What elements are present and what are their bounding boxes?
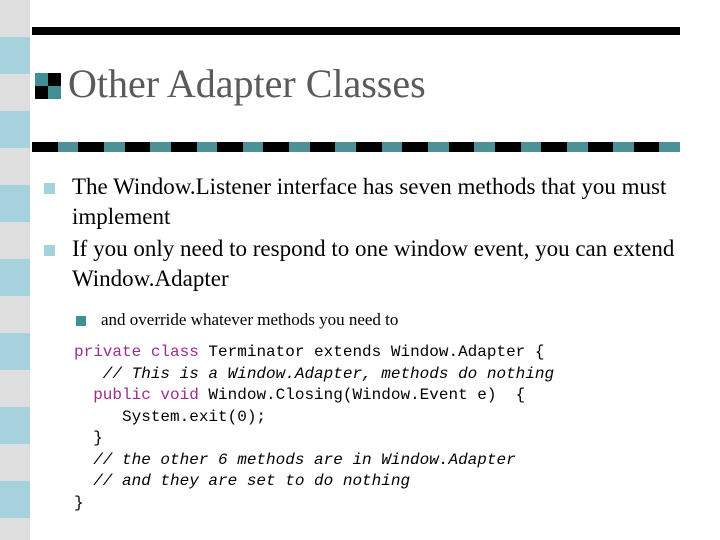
sidebar-band xyxy=(0,407,30,444)
code-comment: // and they are set to do nothing xyxy=(74,472,411,490)
code-line: // This is a Window.Adapter, methods do … xyxy=(74,364,694,386)
sidebar-band xyxy=(0,333,30,370)
code-text: Terminator extends Window.Adapter { xyxy=(198,343,545,361)
rule-dash xyxy=(196,142,218,152)
sidebar-band xyxy=(0,148,30,185)
rule-dash xyxy=(402,142,428,152)
sidebar-band xyxy=(0,518,30,540)
rule-dash xyxy=(124,142,151,152)
code-line: // the other 6 methods are in Window.Ada… xyxy=(74,450,694,472)
sidebar-band xyxy=(0,74,30,111)
bullet-list: The Window.Listener interface has seven … xyxy=(44,172,684,296)
top-divider-rule xyxy=(32,27,680,35)
code-keyword: public void xyxy=(74,386,199,404)
square-bullet-icon xyxy=(44,183,55,194)
sidebar-band xyxy=(0,0,30,37)
code-sample: private class Terminator extends Window.… xyxy=(74,342,694,514)
sidebar-band xyxy=(0,222,30,259)
rule-dash xyxy=(381,142,403,152)
sidebar-band xyxy=(0,111,30,148)
code-line: System.exit(0); xyxy=(74,407,694,429)
code-keyword: private class xyxy=(74,343,199,361)
code-line: } xyxy=(74,428,694,450)
rule-dash xyxy=(32,142,58,152)
rule-dash xyxy=(335,142,357,152)
list-item-label: The Window.Listener interface has seven … xyxy=(72,174,667,229)
rule-dash xyxy=(78,142,104,152)
sub-bullet-list: and override whatever methods you need t… xyxy=(76,308,676,332)
dashed-divider-rule xyxy=(32,142,681,152)
rule-dash xyxy=(613,142,634,152)
sidebar-band xyxy=(0,444,30,481)
rule-dash xyxy=(170,142,197,152)
sidebar-band xyxy=(0,37,30,74)
sidebar-band xyxy=(0,259,30,296)
rule-dash xyxy=(309,142,336,152)
code-text: System.exit(0); xyxy=(74,407,267,426)
rule-dash xyxy=(289,142,310,152)
checker-quadrant-top-left xyxy=(35,73,48,86)
sidebar-band xyxy=(0,296,30,333)
checker-quadrant-top-right xyxy=(48,73,61,86)
list-item: If you only need to respond to one windo… xyxy=(44,234,684,294)
list-item-label: If you only need to respond to one windo… xyxy=(72,236,675,291)
sidebar-band xyxy=(0,481,30,518)
rule-dash xyxy=(427,142,449,152)
rule-dash xyxy=(150,142,171,152)
sidebar-band xyxy=(0,185,30,222)
list-item: The Window.Listener interface has seven … xyxy=(44,172,684,232)
rule-dash xyxy=(263,142,290,152)
slide-title-block: Other Adapter Classes xyxy=(30,61,690,121)
rule-dash xyxy=(566,142,588,152)
rule-dash xyxy=(356,142,382,152)
code-text: } xyxy=(74,429,103,447)
rule-dash xyxy=(520,142,542,152)
code-line: // and they are set to do nothing xyxy=(74,471,694,493)
rule-dash xyxy=(242,142,264,152)
rule-dash xyxy=(587,142,614,152)
code-text: } xyxy=(74,493,84,512)
sidebar-band xyxy=(0,370,30,407)
sub-list-item-label: and override whatever methods you need t… xyxy=(101,310,399,329)
code-line: private class Terminator extends Window.… xyxy=(74,342,694,364)
slide-canvas: Other Adapter Classes The Window.Listene… xyxy=(0,0,720,540)
code-line: public void Window.Closing(Window.Event … xyxy=(74,385,694,407)
rule-dash xyxy=(103,142,125,152)
page-title: Other Adapter Classes xyxy=(68,61,426,106)
rule-dash xyxy=(448,142,475,152)
code-comment: // the other 6 methods are in Window.Ada… xyxy=(74,450,516,469)
code-line: } xyxy=(74,493,694,515)
rule-dash xyxy=(541,142,567,152)
rule-dash xyxy=(633,142,660,152)
rule-dash xyxy=(474,142,495,152)
rule-dash xyxy=(659,142,681,152)
rule-dash xyxy=(217,142,243,152)
checker-quadrant-bottom-left xyxy=(35,86,48,99)
checker-quadrant-bottom-right xyxy=(48,86,61,99)
rule-dash xyxy=(57,142,79,152)
square-sub-bullet-icon xyxy=(76,316,86,326)
rule-dash xyxy=(494,142,521,152)
checkerboard-bullet-icon xyxy=(35,73,61,99)
decorative-sidebar xyxy=(0,0,30,540)
sub-list-item: and override whatever methods you need t… xyxy=(76,308,676,332)
square-bullet-icon xyxy=(44,245,55,256)
code-comment: // This is a Window.Adapter, methods do … xyxy=(74,364,555,383)
code-text: Window.Closing(Window.Event e) { xyxy=(198,386,526,404)
